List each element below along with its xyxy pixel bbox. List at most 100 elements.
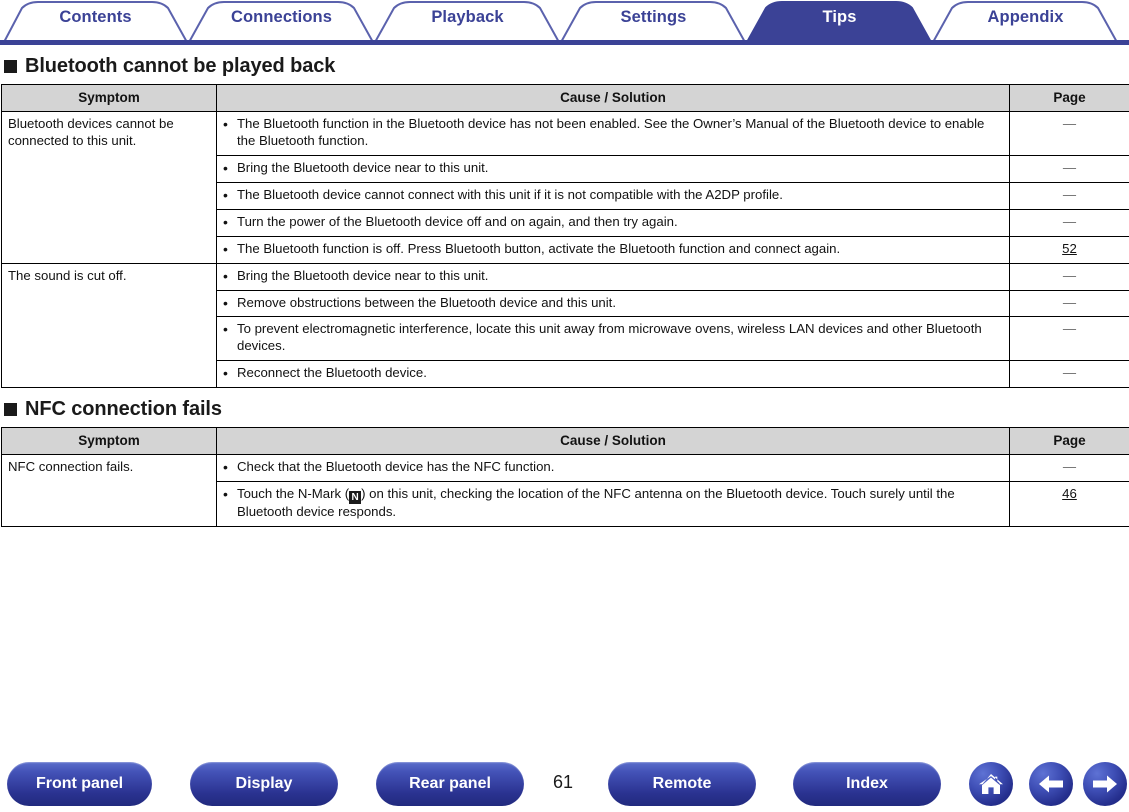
bullet-dot-icon: • <box>223 240 228 257</box>
bullet-dot-icon: • <box>223 116 228 133</box>
home-icon <box>978 772 1004 796</box>
page-number: 61 <box>552 772 574 792</box>
footer-button-rear-panel[interactable]: Rear panel <box>376 762 524 806</box>
bullet-dot-icon: • <box>223 186 228 203</box>
tab-tips[interactable]: Tips <box>747 8 932 27</box>
cause-cell: • Reconnect the Bluetooth device. <box>216 360 1010 389</box>
troubleshooting-table-nfc: Symptom Cause / Solution Page NFC connec… <box>1 427 1129 528</box>
page-value: — <box>1062 160 1077 176</box>
cause-cell: • Touch the N-Mark (N) on this unit, che… <box>216 481 1010 528</box>
cause-text: Bring the Bluetooth device near to this … <box>237 160 489 176</box>
cause-text-before-icon: Touch the N-Mark ( <box>237 486 350 502</box>
page-value: — <box>1062 321 1077 337</box>
square-bullet-icon <box>4 60 17 73</box>
main-tab-bar: Contents Connections Playback Settings T… <box>0 0 1129 45</box>
tab-playback[interactable]: Playback <box>375 8 560 27</box>
arrow-right-icon <box>1091 773 1119 795</box>
cause-cell: • Turn the power of the Bluetooth device… <box>216 208 1010 237</box>
cause-text-with-icon: Touch the N-Mark (N) on this unit, check… <box>237 486 1003 521</box>
column-header-cause: Cause / Solution <box>216 83 1010 113</box>
cause-cell: • Check that the Bluetooth device has th… <box>216 454 1010 483</box>
page-value: — <box>1062 365 1077 381</box>
page-cell: 46 <box>1009 481 1129 528</box>
bullet-dot-icon: • <box>223 213 228 230</box>
column-header-page: Page <box>1009 83 1129 113</box>
column-header-symptom: Symptom <box>1 427 217 456</box>
section-title-text: Bluetooth cannot be played back <box>25 55 336 77</box>
symptom-cell: Bluetooth devices cannot be connected to… <box>1 111 217 264</box>
cause-text: To prevent electromagnetic interference,… <box>237 321 982 354</box>
cause-text: Bring the Bluetooth device near to this … <box>237 267 489 283</box>
page-cell: — <box>1009 155 1129 183</box>
cause-cell: • The Bluetooth function is off. Press B… <box>216 235 1010 264</box>
page-cell: — <box>1009 262 1129 291</box>
tab-contents[interactable]: Contents <box>3 8 188 27</box>
cause-cell: • Remove obstructions between the Blueto… <box>216 289 1010 318</box>
bullet-dot-icon: • <box>223 267 228 284</box>
bullet-dot-icon: • <box>223 294 228 311</box>
page-cell: — <box>1009 111 1129 157</box>
page-link[interactable]: 52 <box>1062 241 1077 256</box>
cause-text: Check that the Bluetooth device has the … <box>237 459 555 475</box>
column-header-page: Page <box>1009 427 1129 456</box>
page-cell: — <box>1009 289 1129 318</box>
page-value: — <box>1062 186 1077 202</box>
cause-cell: • To prevent electromagnetic interferenc… <box>216 316 1010 362</box>
page-cell: — <box>1009 208 1129 237</box>
page-content: Bluetooth cannot be played back Symptom … <box>0 45 1129 528</box>
page-cell: — <box>1009 316 1129 362</box>
footer-button-previous[interactable] <box>1029 762 1073 806</box>
tab-appendix[interactable]: Appendix <box>933 8 1118 27</box>
n-mark-icon: N <box>349 491 362 505</box>
footer-button-display[interactable]: Display <box>190 762 338 806</box>
column-header-symptom: Symptom <box>1 83 217 113</box>
bullet-dot-icon: • <box>223 321 228 338</box>
cause-cell: • Bring the Bluetooth device near to thi… <box>216 155 1010 183</box>
troubleshooting-table-bluetooth: Symptom Cause / Solution Page Bluetooth … <box>1 83 1129 389</box>
tab-connections[interactable]: Connections <box>189 8 374 27</box>
page-value: — <box>1062 459 1077 475</box>
bullet-dot-icon: • <box>223 459 228 476</box>
bullet-dot-icon: • <box>223 486 228 503</box>
page-value: — <box>1062 213 1077 229</box>
table-header-row: Symptom Cause / Solution Page <box>1 83 1129 113</box>
section-heading-bluetooth: Bluetooth cannot be played back <box>4 55 1129 78</box>
cause-text: Turn the power of the Bluetooth device o… <box>237 213 678 229</box>
table-row: NFC connection fails. • Check that the B… <box>1 454 1129 528</box>
footer-button-next[interactable] <box>1083 762 1127 806</box>
page-cell: 52 <box>1009 235 1129 264</box>
footer-button-remote[interactable]: Remote <box>608 762 756 806</box>
column-header-cause: Cause / Solution <box>216 427 1010 456</box>
bullet-dot-icon: • <box>223 160 228 177</box>
page-value: — <box>1062 294 1077 310</box>
cause-cell: • The Bluetooth function in the Bluetoot… <box>216 111 1010 157</box>
table-row: Bluetooth devices cannot be connected to… <box>1 111 1129 264</box>
footer-button-home[interactable] <box>969 762 1013 806</box>
page-link[interactable]: 46 <box>1062 486 1077 501</box>
table-row: The sound is cut off. • Bring the Blueto… <box>1 262 1129 389</box>
section-heading-nfc: NFC connection fails <box>4 398 1129 421</box>
cause-cell: • Bring the Bluetooth device near to thi… <box>216 262 1010 291</box>
footer-button-index[interactable]: Index <box>793 762 941 806</box>
page-value: — <box>1062 116 1077 132</box>
section-title-text: NFC connection fails <box>25 398 222 421</box>
page-cell: — <box>1009 181 1129 210</box>
page-cell: — <box>1009 454 1129 483</box>
cause-text: The Bluetooth function in the Bluetooth … <box>237 116 985 149</box>
page-value: — <box>1062 267 1077 283</box>
footer-navigation-bar: Front panel Display Rear panel 61 Remote… <box>0 762 1129 812</box>
symptom-cell: NFC connection fails. <box>1 454 217 528</box>
cause-text: Remove obstructions between the Bluetoot… <box>237 294 617 310</box>
cause-text: The Bluetooth function is off. Press Blu… <box>237 240 841 256</box>
symptom-cell: The sound is cut off. <box>1 262 217 389</box>
table-header-row: Symptom Cause / Solution Page <box>1 427 1129 456</box>
arrow-left-icon <box>1037 773 1065 795</box>
cause-text: Reconnect the Bluetooth device. <box>237 365 427 381</box>
cause-text: The Bluetooth device cannot connect with… <box>237 186 783 202</box>
bullet-dot-icon: • <box>223 365 228 382</box>
footer-button-front-panel[interactable]: Front panel <box>7 762 152 806</box>
page-cell: — <box>1009 360 1129 389</box>
square-bullet-icon <box>4 403 17 417</box>
cause-cell: • The Bluetooth device cannot connect wi… <box>216 181 1010 210</box>
tab-settings[interactable]: Settings <box>561 8 746 27</box>
